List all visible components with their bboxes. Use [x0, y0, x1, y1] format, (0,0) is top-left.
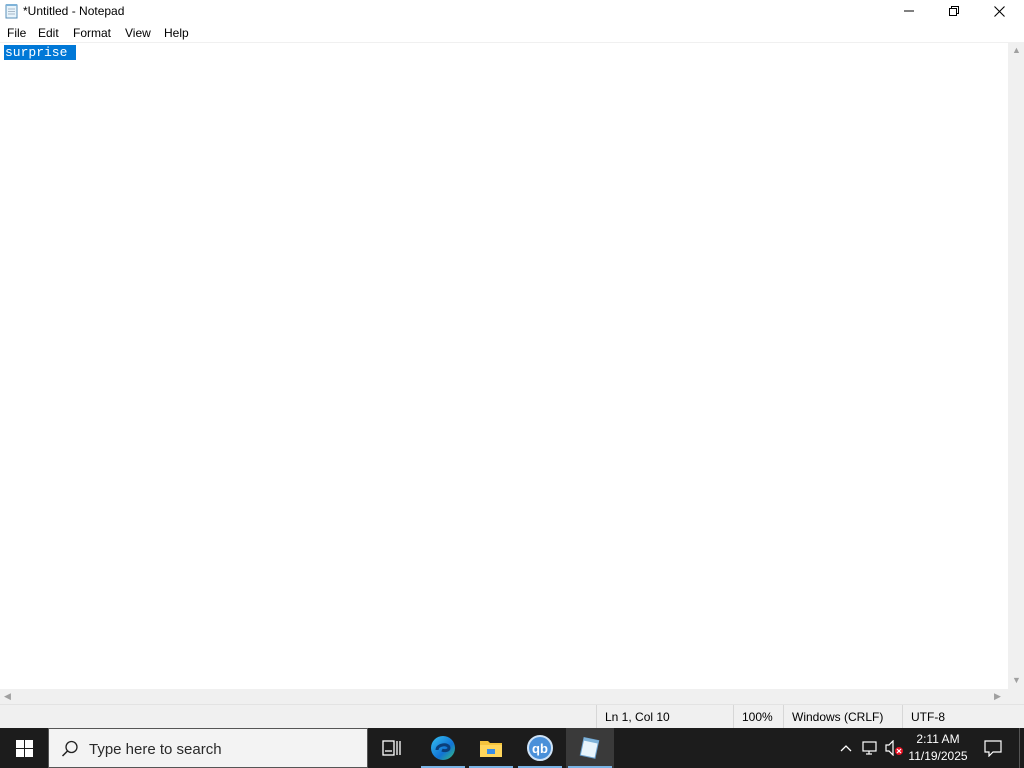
show-desktop-button[interactable] — [1019, 728, 1024, 768]
horizontal-scrollbar[interactable]: ◀ ▶ — [0, 689, 1008, 704]
restore-icon — [949, 6, 959, 16]
close-button[interactable] — [976, 0, 1022, 22]
status-zoom: 100% — [733, 705, 783, 729]
scroll-left-icon[interactable]: ◀ — [4, 692, 11, 701]
scroll-right-icon[interactable]: ▶ — [994, 692, 1001, 701]
restore-button[interactable] — [931, 0, 977, 22]
menu-edit[interactable]: Edit — [38, 26, 59, 40]
taskbar-notepad-button[interactable] — [566, 728, 614, 768]
taskbar-qbittorrent-button[interactable]: qb — [516, 728, 564, 768]
status-bar: Ln 1, Col 10 100% Windows (CRLF) UTF-8 — [0, 704, 1024, 729]
task-view-icon — [382, 740, 401, 756]
title-bar: *Untitled - Notepad — [0, 0, 1024, 22]
minimize-icon — [904, 10, 914, 12]
windows-logo-icon — [15, 739, 33, 757]
status-encoding: UTF-8 — [902, 705, 1024, 729]
vertical-scrollbar[interactable]: ▲ ▼ — [1008, 42, 1024, 689]
clock-time: 2:11 AM — [916, 732, 960, 746]
close-icon — [993, 5, 1005, 17]
show-hidden-icons-button[interactable] — [838, 738, 854, 758]
notepad-icon — [579, 736, 600, 759]
taskbar-search-box[interactable]: Type here to search — [48, 728, 368, 768]
status-line-ending: Windows (CRLF) — [783, 705, 901, 729]
start-button[interactable] — [0, 728, 48, 768]
window-title: *Untitled - Notepad — [23, 4, 125, 18]
network-icon — [862, 741, 877, 755]
selected-text[interactable]: surprise — [4, 45, 77, 60]
qbittorrent-label: qb — [532, 740, 548, 756]
menu-format[interactable]: Format — [73, 26, 111, 40]
chevron-up-icon — [840, 745, 852, 752]
menu-bar: File Edit Format View Help — [0, 22, 1024, 42]
editor-content[interactable]: surprise — [4, 45, 77, 61]
edge-icon — [431, 736, 455, 760]
text-editor-area[interactable]: surprise — [0, 42, 1008, 689]
menu-file[interactable]: File — [7, 26, 26, 40]
qbittorrent-icon: qb — [527, 735, 553, 761]
minimize-button[interactable] — [886, 0, 932, 22]
taskbar-clock[interactable]: 2:11 AM 11/19/2025 — [902, 731, 974, 765]
notepad-app-icon — [4, 3, 20, 19]
taskbar-file-explorer-button[interactable] — [467, 728, 515, 768]
volume-button[interactable] — [884, 738, 904, 758]
notification-icon — [984, 739, 1002, 757]
search-icon — [61, 740, 78, 757]
volume-muted-icon — [885, 740, 903, 756]
action-center-button[interactable] — [978, 728, 1008, 768]
taskbar: Type here to search qb 2:11 AM 11/19/202… — [0, 728, 1024, 768]
taskbar-edge-button[interactable] — [419, 728, 467, 768]
status-cursor-position: Ln 1, Col 10 — [596, 705, 732, 729]
scrollbar-corner — [1008, 689, 1024, 704]
clock-date: 11/19/2025 — [908, 749, 968, 763]
search-placeholder: Type here to search — [89, 741, 222, 758]
menu-view[interactable]: View — [125, 26, 151, 40]
scroll-up-icon[interactable]: ▲ — [1012, 46, 1021, 55]
network-button[interactable] — [861, 738, 881, 758]
file-explorer-icon — [480, 741, 502, 757]
menu-help[interactable]: Help — [164, 26, 189, 40]
task-view-button[interactable] — [368, 728, 416, 768]
scroll-down-icon[interactable]: ▼ — [1012, 676, 1021, 685]
